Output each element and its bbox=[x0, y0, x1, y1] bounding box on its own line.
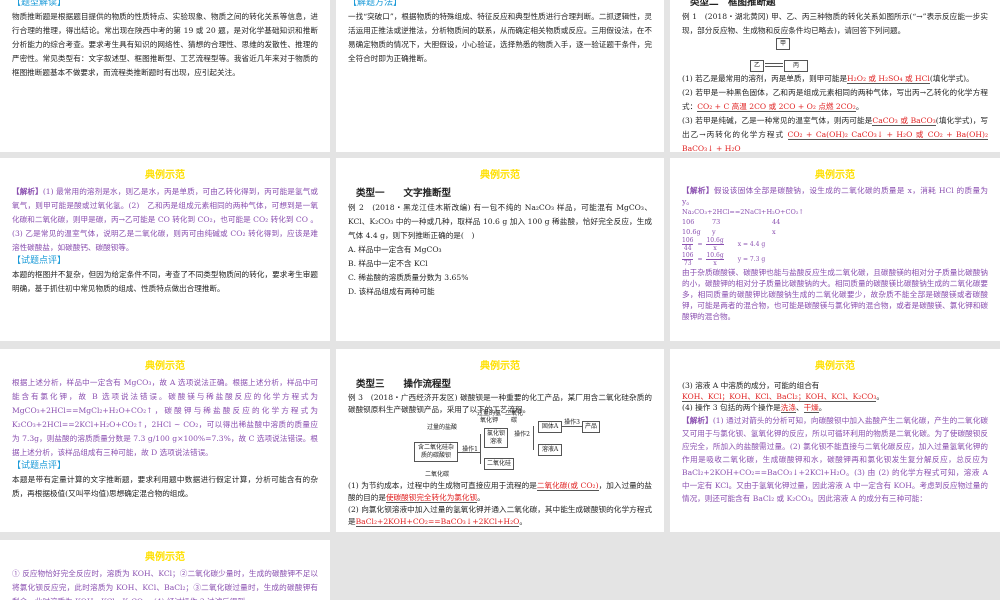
slide-7[interactable]: 典例示范 根据上述分析，样品中一定含有 MgCO₃，故 A 选项说法正确。根据上… bbox=[0, 349, 330, 532]
label-hcl: 过量的盐酸 bbox=[426, 424, 457, 431]
example-intro: 例 2 (2018・黑龙江佳木斯改编) 有一包不纯的 Na₂CO₃ 样品，可能混… bbox=[348, 203, 652, 240]
slide-8[interactable]: 典例示范 类型三 操作流程型 例 3 (2018・广西经济开发区) 碳酸钡是一种… bbox=[336, 349, 664, 532]
analysis: 根据上述分析，样品中一定含有 MgCO₃，故 A 选项说法正确。根据上述分析，样… bbox=[12, 378, 318, 457]
box-product: 产品 bbox=[582, 421, 600, 433]
answer-1b: 使碳酸钡完全转化为氯化钡 bbox=[385, 493, 478, 503]
slide-title: 典例示范 bbox=[815, 170, 855, 181]
label-op2: 操作2 bbox=[514, 431, 530, 438]
option-c: C. 稀盐酸的溶质质量分数为 3.65% bbox=[348, 273, 469, 282]
box-solution-a: 溶液A bbox=[538, 444, 562, 456]
comment: 本题的框图并不复杂，但因为给定条件不同，考查了不同类型物质间的转化，要求考生审题… bbox=[12, 270, 318, 293]
arrow bbox=[480, 434, 481, 464]
answer-1: H₂O₂ 或 H₂SO₄ 或 HCl bbox=[847, 74, 930, 84]
arrow bbox=[562, 426, 582, 427]
arrow bbox=[765, 63, 783, 64]
slide-title: 典例示范 bbox=[480, 170, 520, 181]
slide-4[interactable]: 典例示范 【解析】(1) 最常用的溶剂是水，则乙是水，丙是单质，可由乙转化得到，… bbox=[0, 158, 330, 341]
type-heading: 类型三 操作流程型 bbox=[356, 379, 452, 390]
comment: 本题是带有定量计算的文字推断题，要求利用题中数据进行假定计算，分析可能含有的杂质… bbox=[12, 475, 318, 498]
question-3: (3) 溶液 A 中溶质的成分，可能的组合有 KOH、KCl；KOH、KCl、Ba… bbox=[682, 381, 885, 402]
analysis-intro: 【解析】假设该固体全部是碳酸钠，设生成的二氧化碳的质量是 x，消耗 HCl 的质… bbox=[682, 186, 989, 206]
box-solid-a: 固体A bbox=[538, 421, 562, 433]
fraction-y: 106 73 = 10.6g x y = 7.3 g bbox=[682, 252, 766, 267]
analysis-body: 由于杂质碳酸镁、碳酸钾也能与盐酸反应生成二氧化碳，且碳酸镁的相对分子质量比碳酸钠… bbox=[682, 268, 988, 321]
slide-body: 一找“突破口”，根据物质的特殊组成、特征反应和典型性质进行合理判断。二抓逻辑性，… bbox=[348, 12, 652, 63]
question-3: (3) 若甲是纯碱，乙是一种常见的温室气体，则丙可能是CaCO₃ 或 BaCO₃… bbox=[682, 116, 989, 152]
label-co2-in: 二氧化碳 bbox=[504, 410, 523, 424]
section-heading: 【题型解读】 bbox=[12, 0, 67, 8]
slide-3[interactable]: 类型二 框图推断题 例 1 (2018・湖北黄冈) 甲、乙、丙三种物质的转化关系… bbox=[670, 0, 1000, 152]
question-2: (2) 若甲是一种黑色固体，乙和丙是组成元素相同的两种气体，写出丙→乙转化的化学… bbox=[682, 88, 988, 112]
label-co2-out: 二氧化碳 bbox=[424, 471, 449, 478]
answer-3: CaCO₃ 或 BaCO₃ bbox=[872, 116, 936, 126]
slide-title: 典例示范 bbox=[145, 170, 185, 181]
label-koh: 过量的氢氧化钾 bbox=[476, 410, 501, 424]
type-heading: 类型二 框图推断题 bbox=[690, 0, 776, 8]
answer-3: KOH、KCl；KOH、KCl、BaCl₂；KOH、KCl、K₂CO₃ bbox=[682, 392, 877, 402]
slide-title: 典例示范 bbox=[145, 361, 185, 372]
node-jia: 甲 bbox=[776, 38, 790, 50]
analysis: ① 反应物恰好完全反应时，溶质为 KOH、KCl；②二氧化碳少量时，生成的碳酸钾… bbox=[12, 569, 318, 600]
question-1: (1) 若乙是最常用的溶剂，丙是单质，则甲可能是H₂O₂ 或 H₂SO₄ 或 H… bbox=[682, 74, 974, 84]
answer-2: BaCl₂+2KOH+CO₂==BaCO₃↓+2KCl+H₂O bbox=[355, 517, 520, 527]
arrow bbox=[533, 426, 534, 450]
slide-title: 典例示范 bbox=[145, 552, 185, 563]
section-heading: 【解题方法】 bbox=[348, 0, 403, 8]
slide-title: 典例示范 bbox=[815, 361, 855, 372]
slide-5[interactable]: 典例示范 类型一 文字推断型 例 2 (2018・黑龙江佳木斯改编) 有一包不纯… bbox=[336, 158, 664, 341]
arrow bbox=[458, 452, 480, 453]
option-b: B. 样品中一定不含 KCl bbox=[348, 259, 428, 268]
comment-heading: 【试题点评】 bbox=[12, 461, 67, 471]
option-a: A. 样品中一定含有 MgCO₃ bbox=[348, 245, 442, 254]
question-2: (2) 向氯化钡溶液中加入过量的氢氧化钾并通入二氧化碳，其中能生成碳酸钡的化学方… bbox=[348, 505, 652, 527]
box-raw: 含二氧化硅杂质的碳酸钡 bbox=[414, 442, 458, 462]
slide-body: 物质推断题是根据题目提供的物质的性质特点、实验现象、物质之间的转化关系等信息，进… bbox=[12, 12, 318, 77]
answer-4a: 洗涤 bbox=[780, 403, 796, 413]
box-sio2: 二氧化硅 bbox=[484, 458, 514, 470]
slide-6[interactable]: 典例示范 【解析】假设该固体全部是碳酸钠，设生成的二氧化碳的质量是 x，消耗 H… bbox=[670, 158, 1000, 341]
slide-2[interactable]: 【解题方法】 一找“突破口”，根据物质的特殊组成、特征反应和典型性质进行合理判断… bbox=[336, 0, 664, 152]
example-intro: 例 1 (2018・湖北黄冈) 甲、乙、丙三种物质的转化关系如图所示(“→”表示… bbox=[682, 12, 988, 35]
analysis: 【解析】(1) 最常用的溶剂是水，则乙是水，丙是单质，可由乙转化得到，丙可能是氢… bbox=[12, 187, 318, 252]
node-bing: 丙 bbox=[784, 60, 808, 72]
box-bacl2: 氯化钡溶液 bbox=[484, 428, 508, 448]
relation-diagram: 甲 乙 丙 bbox=[682, 38, 988, 72]
slide-10[interactable]: 典例示范 ① 反应物恰好完全反应时，溶质为 KOH、KCl；②二氧化碳少量时，生… bbox=[0, 540, 330, 600]
answer-2: CO₂ + C 高温 2CO 或 2CO + O₂ 点燃 2CO₂ bbox=[697, 102, 856, 112]
comment-heading: 【试题点评】 bbox=[12, 256, 67, 266]
equation: Na₂CO₃+2HCl==2NaCl+H₂O+CO₂↑ bbox=[682, 208, 804, 216]
question-1: (1) 为节约成本，过程中的生成物可直接应用于流程的是二氧化碳(或 CO₂)，加… bbox=[348, 481, 653, 503]
process-flowchart: 过量的盐酸 含二氧化硅杂质的碳酸钡 二氧化碳 操作1 过量的氢氧化钾 二氧化碳 … bbox=[348, 410, 652, 480]
slide-title: 典例示范 bbox=[480, 361, 520, 372]
answer-1: 二氧化碳(或 CO₂) bbox=[536, 481, 599, 491]
label-op3: 操作3 bbox=[564, 419, 580, 426]
analysis: 【解析】(1) 通过对箭头的分析可知，向碳酸钡中加入盐酸产生二氧化碳，产生的二氧… bbox=[682, 416, 988, 503]
value-row: 10.6g y x bbox=[682, 228, 776, 236]
question-4: (4) 操作 3 包括的两个操作是洗涤、干燥。 bbox=[682, 403, 827, 413]
fraction-x: 106 44 = 10.6g x x = 4.4 g bbox=[682, 237, 766, 252]
option-d: D. 该样品组成有两种可能 bbox=[348, 287, 435, 296]
type-heading: 类型一 文字推断型 bbox=[356, 188, 452, 199]
node-yi: 乙 bbox=[750, 60, 764, 72]
slide-1[interactable]: 【题型解读】 物质推断题是根据题目提供的物质的性质特点、实验现象、物质之间的转化… bbox=[0, 0, 330, 152]
mass-row: 106 73 44 bbox=[682, 218, 781, 226]
slide-9[interactable]: 典例示范 (3) 溶液 A 中溶质的成分，可能的组合有 KOH、KCl；KOH、K… bbox=[670, 349, 1000, 532]
arrow bbox=[765, 66, 783, 67]
answer-4b: 干燥 bbox=[803, 403, 819, 413]
